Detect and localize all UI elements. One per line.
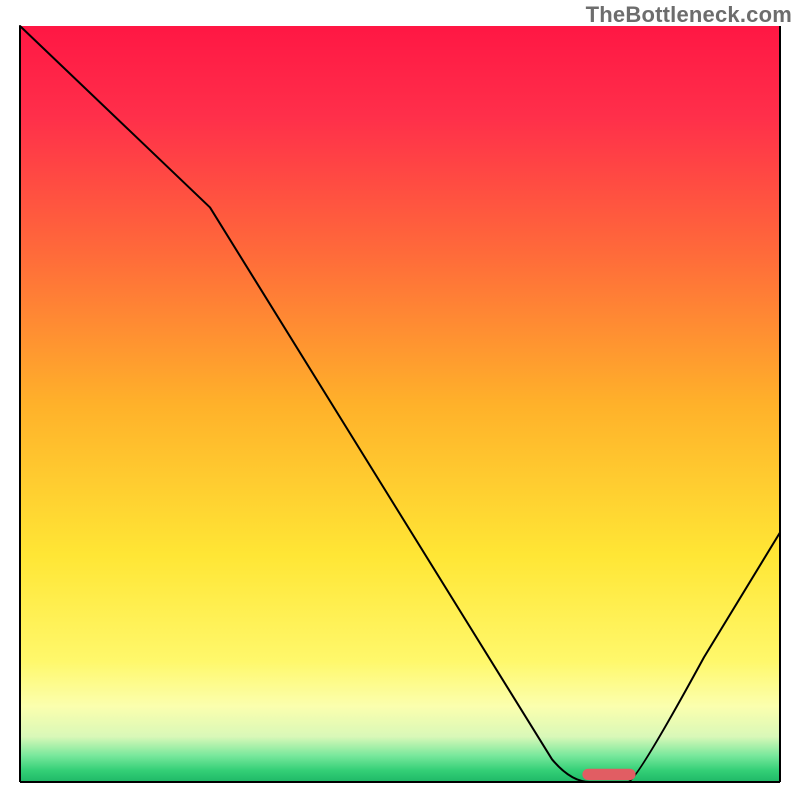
bottleneck-chart	[0, 0, 800, 800]
watermark-text: TheBottleneck.com	[586, 2, 792, 28]
plot-background	[20, 26, 780, 782]
optimum-marker	[582, 769, 635, 780]
